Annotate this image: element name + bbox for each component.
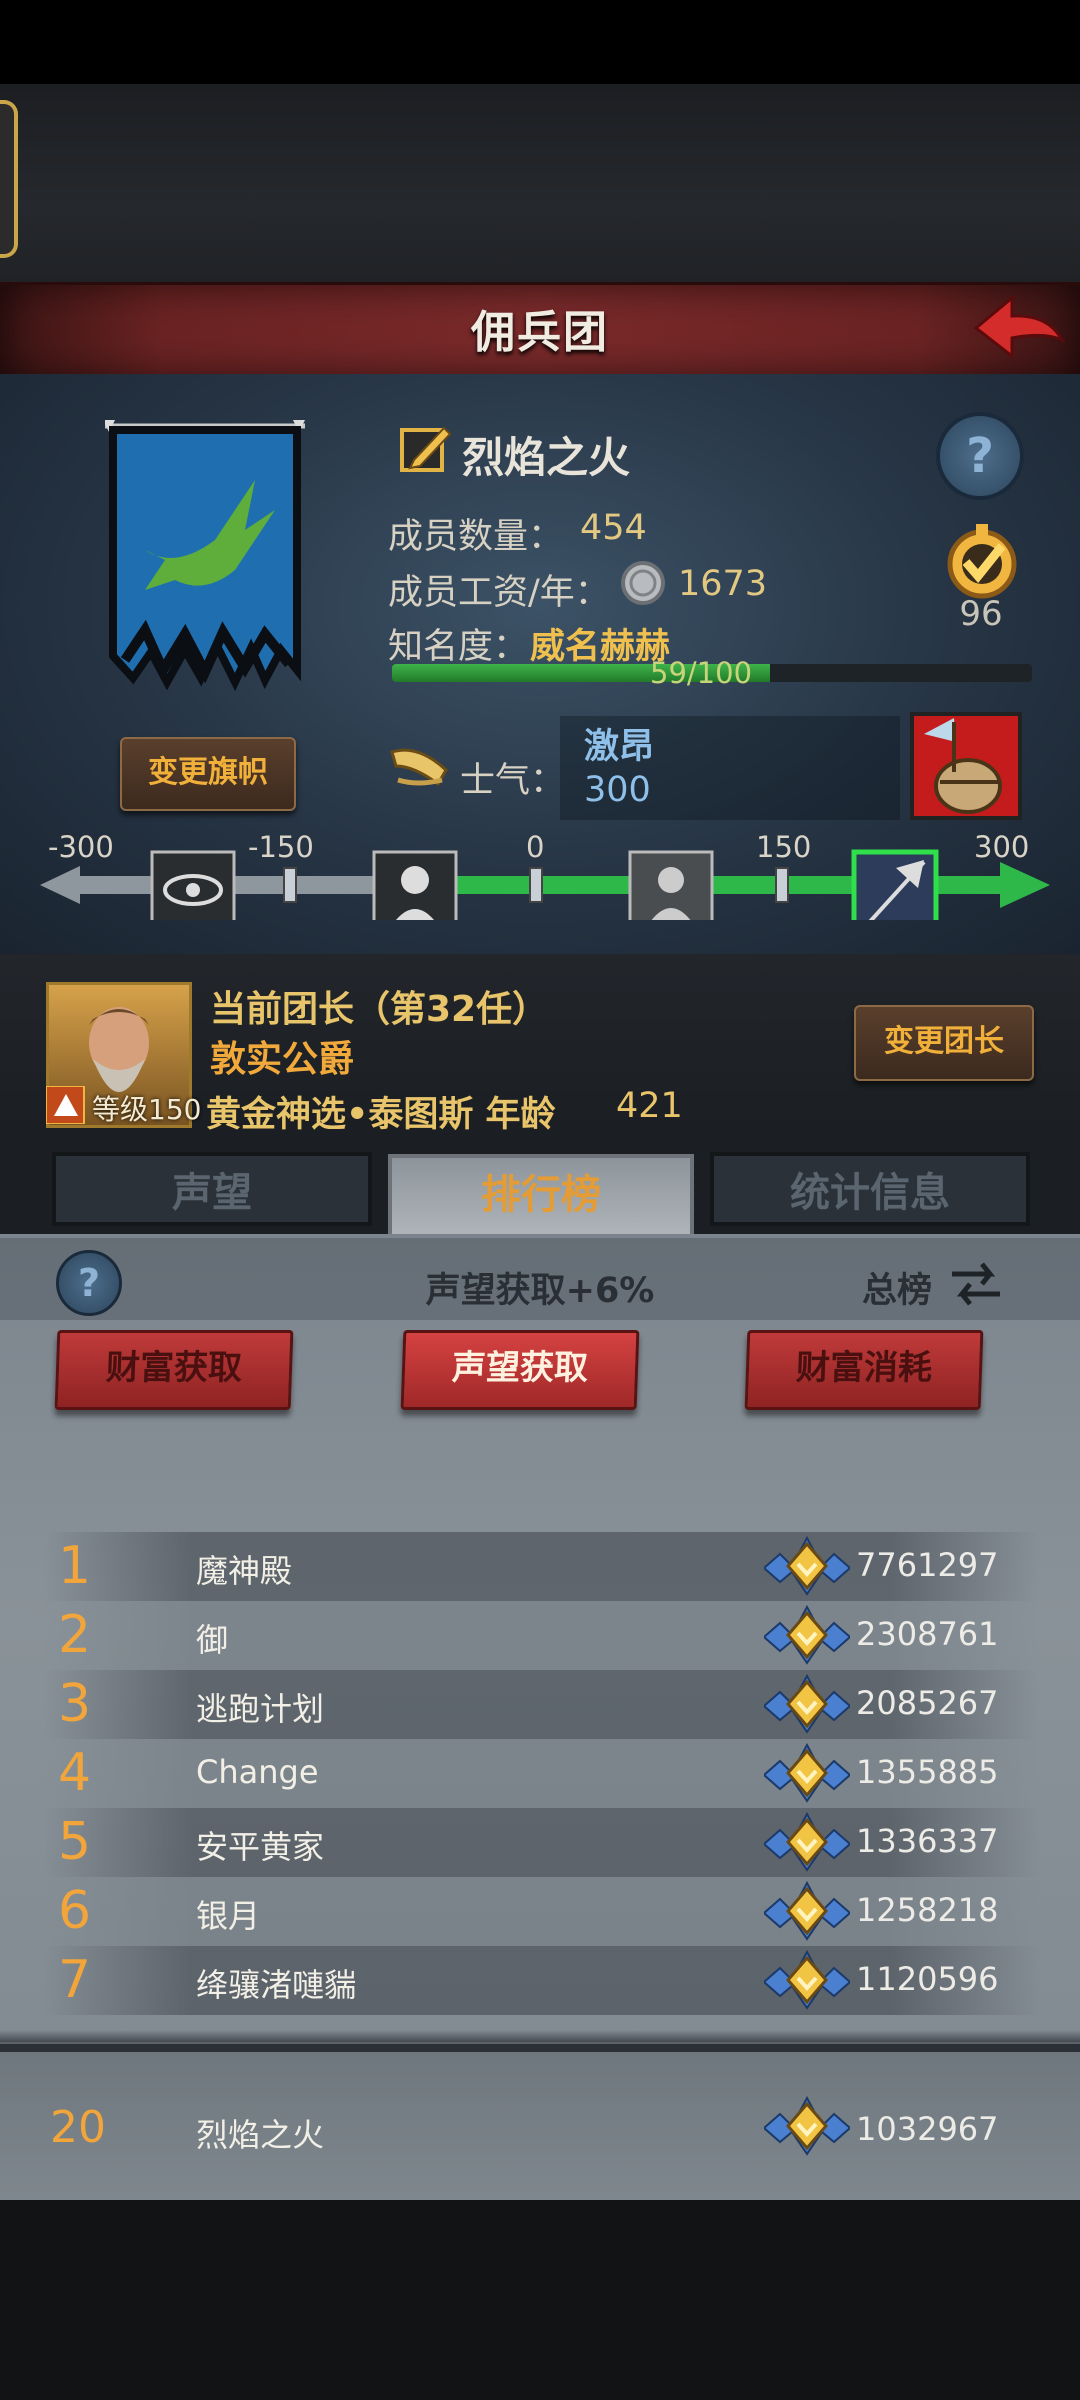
fame-progress-text: 59/100	[650, 656, 753, 690]
ranking-row[interactable]: 6 银月 1258218	[44, 1877, 1040, 1946]
score-cell: 2308761	[856, 1615, 999, 1653]
tick-label-neg150: -150	[248, 830, 314, 864]
members-label: 成员数量：	[388, 517, 564, 557]
morale-value: 300	[584, 770, 651, 810]
my-rank: 20	[50, 2102, 106, 2153]
reputation-gain-button[interactable]: 声望获取	[400, 1330, 640, 1410]
morale-label: 士气：	[460, 761, 566, 801]
morale-state: 激昂	[584, 727, 655, 767]
top-black-bar	[0, 0, 1080, 84]
edit-icon[interactable]	[398, 420, 454, 476]
score-cell: 1336337	[856, 1822, 999, 1860]
guild-name-cell: 安平黄家	[196, 1828, 325, 1866]
wage-value: 1673	[678, 564, 768, 604]
rank-number: 2	[58, 1605, 92, 1665]
swap-icon[interactable]	[948, 1256, 1004, 1312]
gem-icon	[762, 2094, 852, 2158]
fame-value: 威名赫赫	[530, 627, 671, 667]
coin-icon	[620, 560, 666, 606]
score-cell: 1258218	[856, 1891, 999, 1929]
tick-label-300: 300	[974, 830, 1030, 864]
score-cell: 2085267	[856, 1684, 999, 1722]
tick-label-0: 0	[526, 830, 545, 864]
ranking-row[interactable]: 4 Change 1355885	[44, 1739, 1040, 1808]
back-arrow-icon	[973, 294, 1066, 360]
change-leader-button[interactable]: 变更团长	[854, 1005, 1034, 1081]
morale-track	[40, 830, 1050, 935]
mood-calm-icon	[628, 850, 714, 934]
ranking-list: 1 魔神殿 7761297 2 御 2308761 3 逃跑计划 2085267 4 Change 1…	[44, 1532, 1040, 2015]
gem-icon	[762, 1741, 852, 1805]
guild-name-cell: Change	[196, 1753, 319, 1791]
rank-number: 5	[58, 1812, 92, 1872]
leader-name: 敦实公爵	[210, 1039, 355, 1080]
gem-icon	[762, 1810, 852, 1874]
rank-number: 7	[58, 1950, 92, 2010]
gem-icon	[762, 1534, 852, 1598]
score-cell: 7761297	[856, 1546, 999, 1584]
upper-background	[0, 84, 1080, 284]
tab-reputation[interactable]: 声望	[52, 1152, 372, 1226]
rank-number: 3	[58, 1674, 92, 1734]
mood-despair-icon	[372, 850, 458, 934]
wage-label: 成员工资/年：	[388, 573, 610, 613]
rank-number: 1	[58, 1536, 92, 1596]
leader-detail: 黄金神选•泰图斯 年龄	[206, 1095, 556, 1135]
rank-number: 4	[58, 1743, 92, 1803]
rank-number: 6	[58, 1881, 92, 1941]
tick-label-150: 150	[756, 830, 812, 864]
guild-name-cell: 逃跑计划	[196, 1690, 325, 1728]
wealth-spend-button[interactable]: 财富消耗	[744, 1330, 984, 1410]
barrel-icon[interactable]	[910, 712, 1022, 820]
gem-icon	[762, 1948, 852, 2012]
score-cell: 1120596	[856, 1960, 999, 1998]
ranking-row[interactable]: 3 逃跑计划 2085267	[44, 1670, 1040, 1739]
leader-level: 等级150	[92, 1093, 202, 1126]
leader-age: 421	[616, 1086, 683, 1126]
ranking-row[interactable]: 7 绛骧渚嗹貒 1120596	[44, 1946, 1040, 2015]
gem-icon	[762, 1603, 852, 1667]
tick-label-neg300: -300	[48, 830, 114, 864]
gem-icon	[762, 1672, 852, 1736]
side-tab-handle[interactable]	[0, 100, 18, 258]
tab-leaderboard[interactable]: 排行榜	[388, 1154, 694, 1238]
my-name: 烈焰之火	[196, 2116, 325, 2154]
back-button[interactable]	[968, 288, 1068, 368]
guild-name-cell: 魔神殿	[196, 1552, 293, 1590]
gem-icon	[762, 1879, 852, 1943]
bottom-area	[0, 2200, 1080, 2400]
help-icon[interactable]: ?	[936, 412, 1024, 500]
tab-statistics[interactable]: 统计信息	[710, 1152, 1030, 1226]
members-value: 454	[580, 508, 647, 548]
badge-value: 96	[959, 594, 1003, 634]
leader-title: 当前团长（第32任）	[210, 989, 549, 1030]
guild-name-cell: 银月	[196, 1897, 261, 1935]
guild-flag	[103, 420, 305, 730]
ranking-row[interactable]: 1 魔神殿 7761297	[44, 1532, 1040, 1601]
ranking-row[interactable]: 5 安平黄家 1336337	[44, 1808, 1040, 1877]
change-flag-button[interactable]: 变更旗帜	[120, 737, 296, 811]
mood-rally-icon	[851, 849, 939, 935]
guild-name-cell: 御	[196, 1621, 229, 1659]
total-ranking-label[interactable]: 总榜	[862, 1262, 932, 1313]
score-cell: 1355885	[856, 1753, 999, 1791]
page-title: 佣兵团	[471, 307, 609, 358]
guild-name-cell: 绛骧渚嗹貒	[196, 1966, 357, 2004]
fame-label: 知名度：	[388, 627, 529, 667]
my-score: 1032967	[856, 2110, 999, 2148]
mood-eye-icon	[150, 850, 236, 934]
ranking-row[interactable]: 2 御 2308761	[44, 1601, 1040, 1670]
horn-icon	[388, 740, 452, 794]
wealth-gain-button[interactable]: 财富获取	[54, 1330, 294, 1410]
guild-name: 烈焰之火	[462, 433, 631, 482]
